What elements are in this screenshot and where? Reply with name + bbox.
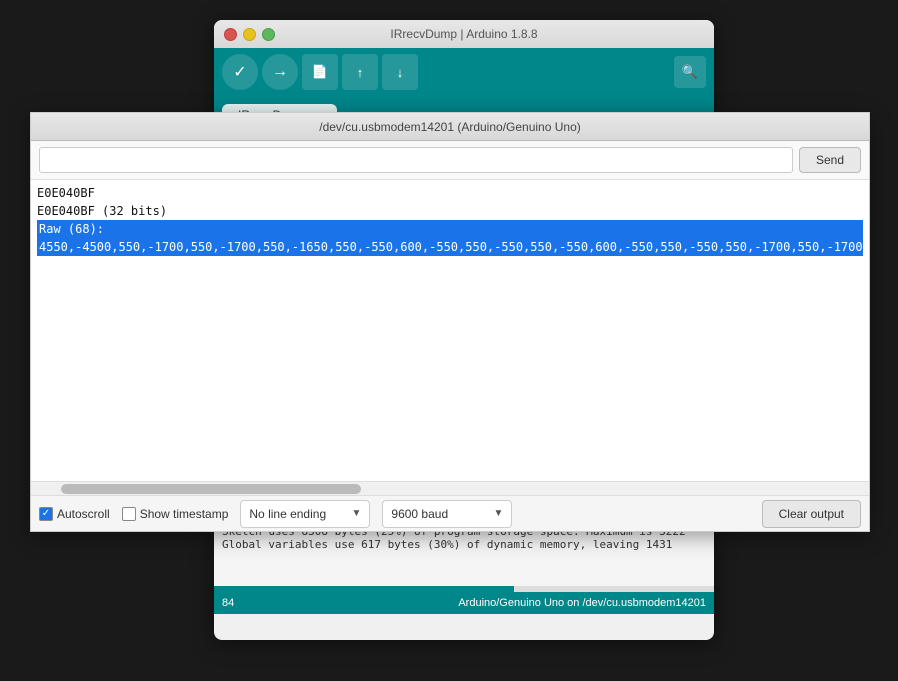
- traffic-lights: [224, 28, 275, 41]
- serial-input-bar: Send: [31, 141, 869, 180]
- show-timestamp-label: Show timestamp: [140, 507, 229, 521]
- show-timestamp-checkbox[interactable]: [122, 507, 136, 521]
- checkbox-checkmark: ✓: [42, 508, 50, 519]
- serial-monitor-window: /dev/cu.usbmodem14201 (Arduino/Genuino U…: [30, 112, 870, 532]
- verify-button[interactable]: ✓: [222, 54, 258, 90]
- arduino-toolbar: ✓ → 📄 ↑ ↓ 🔍: [214, 48, 714, 96]
- save-button[interactable]: ↓: [382, 54, 418, 90]
- arduino-progressbar: [214, 586, 714, 592]
- line-ending-label: No line ending: [249, 507, 326, 521]
- serial-output-area: E0E040BF E0E040BF (32 bits) Raw (68): 45…: [31, 180, 869, 481]
- line-ending-dropdown-arrow: ▼: [351, 508, 361, 519]
- baud-rate-dropdown[interactable]: 9600 baud ▼: [382, 500, 512, 528]
- close-button[interactable]: [224, 28, 237, 41]
- search-icon[interactable]: 🔍: [674, 56, 706, 88]
- open-button[interactable]: ↑: [342, 54, 378, 90]
- minimize-button[interactable]: [243, 28, 256, 41]
- show-timestamp-container: Show timestamp: [122, 507, 229, 521]
- output-line-3: Raw (68): 4550,-4500,550,-1700,550,-1700…: [37, 220, 863, 256]
- autoscroll-checkbox[interactable]: ✓: [39, 507, 53, 521]
- arduino-board-info: Arduino/Genuino Uno on /dev/cu.usbmodem1…: [458, 597, 706, 609]
- new-button[interactable]: 📄: [302, 54, 338, 90]
- arduino-title: IRrecvDump | Arduino 1.8.8: [390, 27, 537, 41]
- autoscroll-label: Autoscroll: [57, 507, 110, 521]
- serial-scrollbar-thumb[interactable]: [61, 484, 361, 494]
- arduino-progress-fill: [214, 586, 514, 592]
- serial-monitor-title: /dev/cu.usbmodem14201 (Arduino/Genuino U…: [319, 120, 581, 134]
- output-line-2: E0E040BF (32 bits): [37, 204, 167, 218]
- serial-scrollbar[interactable]: [31, 481, 869, 495]
- arduino-titlebar: IRrecvDump | Arduino 1.8.8: [214, 20, 714, 48]
- send-button[interactable]: Send: [799, 147, 861, 173]
- baud-rate-dropdown-arrow: ▼: [493, 508, 503, 519]
- autoscroll-container: ✓ Autoscroll: [39, 507, 110, 521]
- serial-monitor-titlebar: /dev/cu.usbmodem14201 (Arduino/Genuino U…: [31, 113, 869, 141]
- serial-statusbar: ✓ Autoscroll Show timestamp No line endi…: [31, 495, 869, 531]
- serial-input-field[interactable]: [39, 147, 793, 173]
- arduino-line-number: 84: [222, 597, 234, 609]
- clear-output-button[interactable]: Clear output: [762, 500, 861, 528]
- output-line-1: E0E040BF: [37, 186, 95, 200]
- arduino-statusbar: 84 Arduino/Genuino Uno on /dev/cu.usbmod…: [214, 592, 714, 614]
- upload-button[interactable]: →: [262, 54, 298, 90]
- baud-rate-label: 9600 baud: [391, 507, 448, 521]
- line-ending-dropdown[interactable]: No line ending ▼: [240, 500, 370, 528]
- maximize-button[interactable]: [262, 28, 275, 41]
- output-line3: Global variables use 617 bytes (30%) of …: [222, 538, 706, 551]
